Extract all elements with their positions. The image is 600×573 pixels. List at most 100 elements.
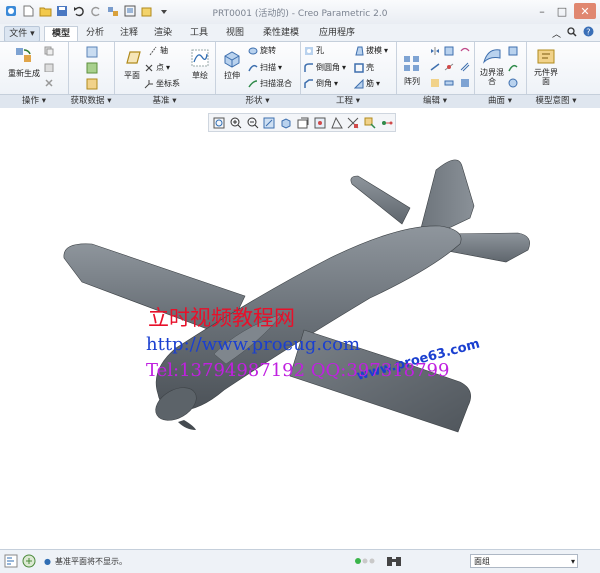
freestyle-icon[interactable] (508, 78, 518, 88)
group-get-data[interactable]: 获取数据 ▾ (68, 95, 114, 108)
fill-icon[interactable] (508, 46, 518, 56)
shell-icon (354, 62, 364, 73)
group-get-data-label: 获取数据 (70, 96, 105, 106)
round-button[interactable]: 倒圆角 ▾ (304, 62, 346, 73)
copy-geometry-icon[interactable] (86, 62, 98, 74)
axis-button[interactable]: 轴 (148, 45, 168, 56)
draft-label: 拔模 (366, 46, 382, 55)
spin-center-icon[interactable] (379, 115, 395, 130)
sketch-button[interactable]: 草绘 (188, 48, 212, 81)
tab-file-label: 文件 (9, 29, 28, 39)
shrinkwrap-icon[interactable] (86, 78, 98, 90)
trim-icon[interactable] (444, 62, 454, 72)
point-button[interactable]: 点 ▾ (144, 62, 170, 73)
regenerate-button[interactable]: 重新生成 (4, 46, 44, 79)
tab-model[interactable]: 模型 (44, 26, 78, 42)
plane-button[interactable]: 平面 (118, 48, 146, 81)
vertical-tail (419, 159, 475, 237)
selection-filter[interactable]: 面组 ▾ (470, 554, 578, 568)
group-datum[interactable]: 基准 ▾ (114, 95, 215, 108)
pattern-button[interactable]: 阵列 (400, 54, 424, 87)
sweep-button[interactable]: 扫描 ▾ (248, 62, 282, 73)
datum-display-icon[interactable] (346, 115, 362, 130)
paste-icon[interactable] (44, 62, 54, 72)
swept-blend-button[interactable]: 扫描混合 (248, 78, 292, 89)
display-style-icon[interactable] (278, 115, 294, 130)
extrude-button[interactable]: 拉伸 (220, 48, 244, 81)
group-model-intent[interactable]: 模型意图 ▾ (526, 95, 586, 108)
group-engineering[interactable]: 工程 ▾ (300, 95, 396, 108)
revolve-icon (248, 47, 258, 54)
sweep-label: 扫描 (260, 63, 276, 72)
boundary-blend-label: 边界混合 (480, 68, 504, 86)
sweep-icon (248, 64, 258, 71)
group-surfaces[interactable]: 曲面 ▾ (474, 95, 526, 108)
swept-blend-icon (248, 79, 258, 87)
group-shapes[interactable]: 形状 ▾ (215, 95, 300, 108)
copy-icon[interactable] (44, 46, 54, 56)
rib-button[interactable]: 筋 ▾ (354, 78, 380, 89)
repaint-icon[interactable] (261, 115, 277, 130)
view-manager-icon[interactable] (312, 115, 328, 130)
shell-button[interactable]: 壳 (354, 62, 374, 73)
merge-icon[interactable] (444, 46, 454, 56)
revolve-button[interactable]: 旋转 (248, 45, 276, 56)
csys-button[interactable]: 坐标系 (144, 78, 180, 89)
tab-annotate[interactable]: 注释 (114, 26, 144, 40)
graphics-area[interactable]: www.proe63.com 立时视频教程网 http://www.proeug… (0, 108, 600, 549)
tab-view[interactable]: 视图 (220, 26, 250, 40)
user-defined-feature-icon[interactable] (86, 46, 98, 58)
hole-label: 孔 (316, 46, 324, 55)
draft-button[interactable]: 拔模 ▾ (354, 45, 388, 56)
close-icon[interactable]: ✕ (574, 3, 596, 19)
group-operations[interactable]: 操作 ▾ (0, 95, 68, 108)
hole-button[interactable]: 孔 (304, 45, 324, 56)
plane-label: 平面 (124, 71, 140, 80)
thicken-icon[interactable] (444, 78, 454, 88)
tab-applications[interactable]: 应用程序 (312, 26, 362, 40)
component-interface-button[interactable]: 元件界面 (532, 46, 560, 86)
svg-text:?: ? (586, 28, 590, 37)
saved-orientations-icon[interactable] (295, 115, 311, 130)
shell-label: 壳 (366, 63, 374, 72)
tab-tools[interactable]: 工具 (184, 26, 214, 40)
minimize-ribbon-icon[interactable]: ︿ (552, 27, 561, 40)
boundary-blend-button[interactable]: 边界混合 (478, 46, 506, 86)
chamfer-label: 倒角 (316, 79, 332, 88)
zoom-in-icon[interactable] (228, 115, 244, 130)
regen-status-icon (354, 557, 376, 568)
tab-flexible-modeling[interactable]: 柔性建模 (256, 26, 306, 40)
style-icon[interactable] (508, 62, 518, 72)
refit-icon[interactable] (211, 115, 227, 130)
tab-render[interactable]: 渲染 (148, 26, 178, 40)
mirror-icon[interactable] (430, 46, 440, 56)
chamfer-button[interactable]: 倒角 ▾ (304, 78, 338, 89)
annotation-display-icon[interactable] (362, 115, 378, 130)
minimize-icon[interactable]: – (534, 3, 550, 19)
message-area: ● 基准平面将不显示。 (44, 556, 127, 567)
point-label: 点 (156, 63, 164, 72)
solidify-icon[interactable] (460, 78, 470, 88)
intersect-icon[interactable] (460, 46, 470, 56)
extend-icon[interactable] (430, 62, 440, 72)
browser-toggle-icon[interactable] (22, 554, 36, 571)
offset-icon[interactable] (460, 62, 470, 72)
tab-file[interactable]: 文件 ▾ (4, 26, 40, 42)
navigator-toggle-icon[interactable] (4, 554, 18, 571)
round-label: 倒圆角 (316, 63, 340, 72)
ribbon-tabs: 文件 ▾ 模型 分析 注释 渲染 工具 视图 柔性建模 应用程序 ︿ ? (0, 24, 600, 42)
rib-icon (354, 78, 364, 88)
delete-icon[interactable] (44, 78, 54, 88)
group-editing[interactable]: 编辑 ▾ (396, 95, 474, 108)
zoom-out-icon[interactable] (245, 115, 261, 130)
maximize-icon[interactable]: □ (554, 3, 570, 19)
group-surfaces-label: 曲面 (488, 96, 506, 106)
project-icon[interactable] (430, 78, 440, 88)
perspective-icon[interactable] (329, 115, 345, 130)
help-icon[interactable]: ? (583, 26, 594, 40)
csys-icon (144, 79, 153, 88)
find-icon[interactable] (386, 554, 402, 571)
airplane-model[interactable]: www.proe63.com (0, 108, 600, 549)
search-icon[interactable] (567, 26, 577, 40)
tab-analysis[interactable]: 分析 (80, 26, 110, 40)
